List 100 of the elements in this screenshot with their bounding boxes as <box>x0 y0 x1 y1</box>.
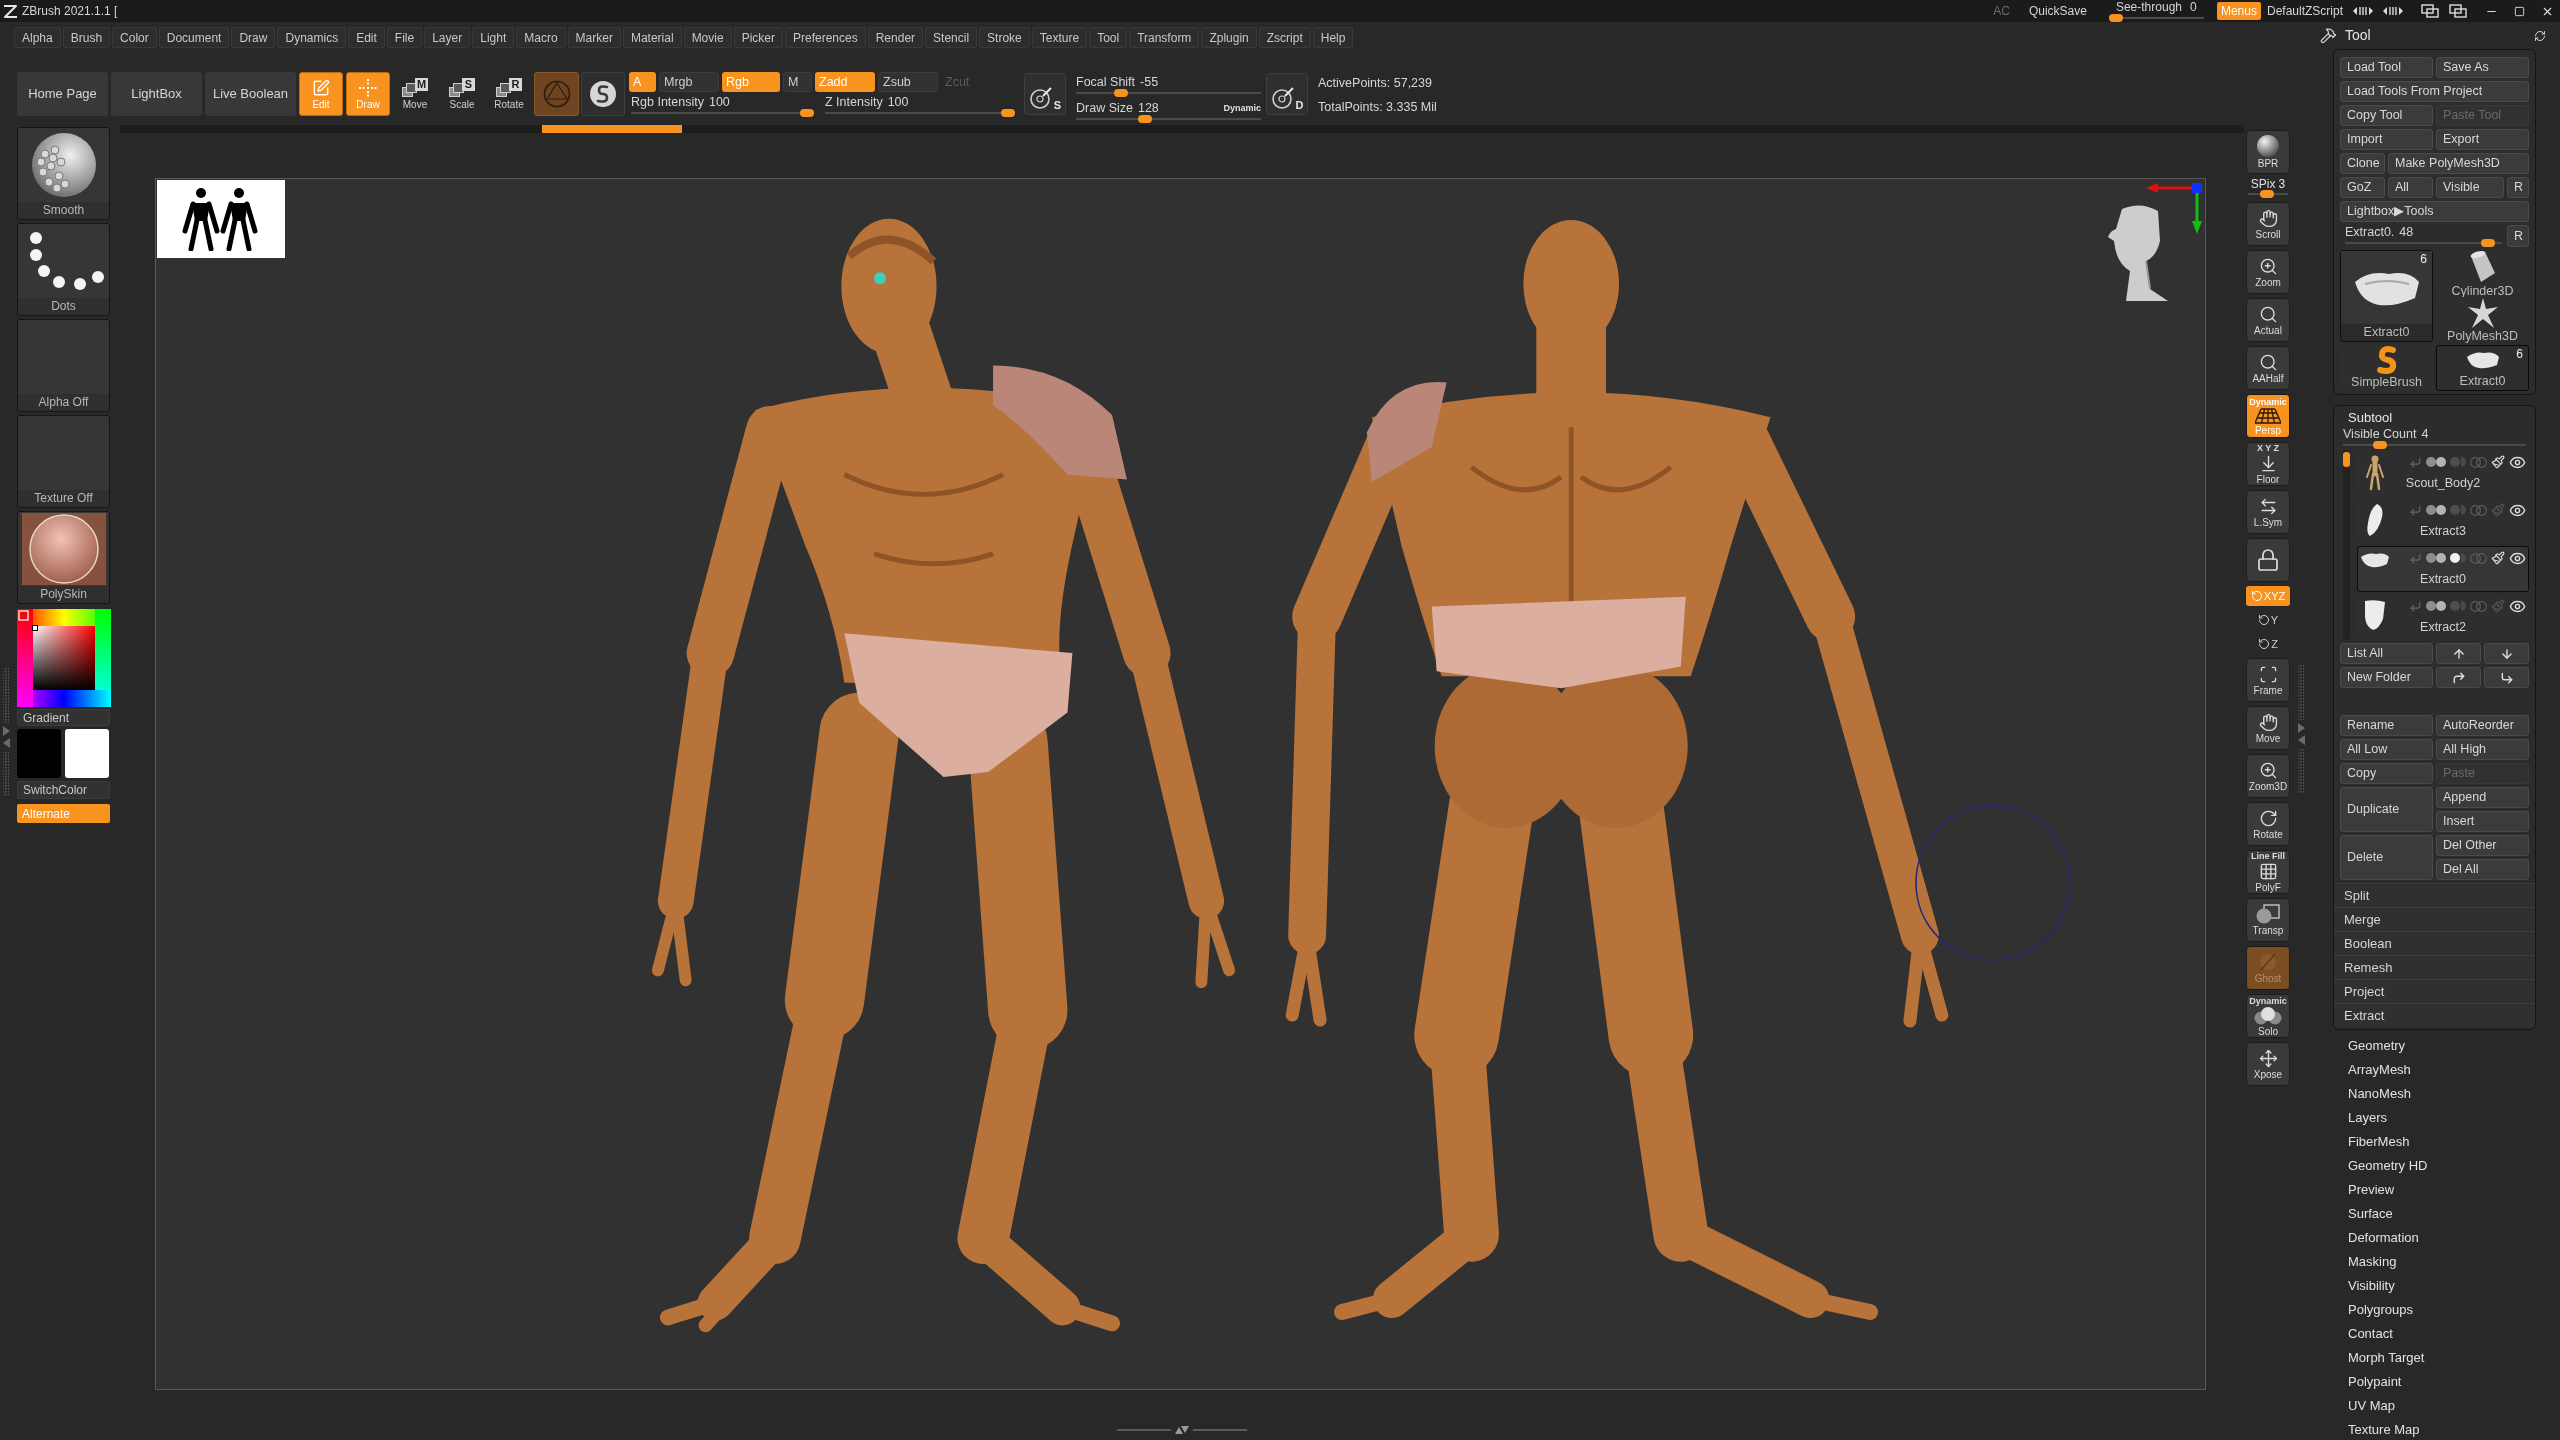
alpha-slot[interactable]: Alpha Off <box>17 319 110 412</box>
double-circle-icon[interactable] <box>2426 457 2446 467</box>
palette-item[interactable]: Masking <box>2348 1252 2397 1272</box>
rotate-z-button[interactable]: Z <box>2255 634 2281 654</box>
z-intensity-slider[interactable] <box>825 109 1015 117</box>
arrow-button[interactable] <box>2436 667 2481 688</box>
shelf-button[interactable]: Home Page <box>17 72 108 116</box>
color-swatch-icon[interactable] <box>17 729 61 778</box>
section-header[interactable]: Remesh <box>2334 955 2535 979</box>
channel-toggle[interactable]: Zsub <box>878 72 938 92</box>
draw-size-toggle[interactable]: D <box>1266 73 1308 115</box>
menu-item[interactable]: Light <box>472 27 515 48</box>
frame-button[interactable]: Frame <box>2246 658 2290 702</box>
canvas-viewport[interactable] <box>155 178 2206 1390</box>
slider-thumb[interactable] <box>800 109 814 117</box>
menu-item[interactable]: Preferences <box>785 27 866 48</box>
palette-item[interactable]: Texture Map <box>2348 1420 2420 1440</box>
double-circle-icon[interactable] <box>2426 505 2446 515</box>
tool-tile[interactable]: Extract0 6 <box>2436 345 2529 391</box>
panel-button[interactable]: Clone <box>2340 153 2385 174</box>
menu-item[interactable]: Texture <box>1031 27 1088 48</box>
transform-mode-button[interactable]: S Scale <box>440 72 484 116</box>
menu-item[interactable]: Render <box>867 27 924 48</box>
scroll-button[interactable]: Scroll <box>2246 202 2290 246</box>
stroke-slot[interactable]: Dots <box>17 223 110 316</box>
aa-half-button[interactable]: AAHalf <box>2246 346 2290 390</box>
channel-toggle[interactable]: M <box>783 72 812 92</box>
hue-marker-icon[interactable] <box>18 610 29 621</box>
subtool-row[interactable]: Extract0 <box>2357 546 2529 592</box>
section-header[interactable]: Extract <box>2334 1003 2535 1027</box>
color-swatch-icon[interactable] <box>65 729 109 778</box>
palette-item[interactable]: Morph Target <box>2348 1348 2425 1368</box>
palette-item[interactable]: Visibility <box>2348 1276 2395 1296</box>
gradient-button[interactable]: Gradient <box>17 709 110 726</box>
polyframe-button[interactable]: Line Fill PolyF <box>2246 850 2290 894</box>
camera-lock-button[interactable] <box>2246 538 2290 582</box>
focal-shift-slider[interactable] <box>1076 89 1261 97</box>
menu-item[interactable]: Tool <box>1089 27 1128 48</box>
panel-button[interactable]: Delete <box>2340 835 2433 880</box>
menu-item[interactable]: Material <box>622 27 682 48</box>
section-header[interactable]: Split <box>2334 883 2535 907</box>
dynamic-toggle[interactable]: Dynamic <box>1223 102 1261 115</box>
panel-button[interactable]: Rename <box>2340 715 2433 736</box>
layout-icon[interactable] <box>2449 4 2467 18</box>
panel-button[interactable]: Lightbox▶Tools <box>2340 201 2529 222</box>
visible-count-slider[interactable] <box>2343 441 2526 449</box>
menu-item[interactable]: Macro <box>516 27 566 48</box>
tool-slider[interactable] <box>2345 239 2502 247</box>
panel-button[interactable]: Load Tools From Project <box>2340 81 2529 102</box>
palette-item[interactable]: ArrayMesh <box>2348 1060 2411 1080</box>
panel-button[interactable]: All Low <box>2340 739 2433 760</box>
rotate-y-button[interactable]: Y <box>2255 610 2281 630</box>
panel-button[interactable]: Del All <box>2436 859 2529 880</box>
brush-icon[interactable] <box>2491 551 2505 565</box>
focal-shift-toggle[interactable]: S <box>1024 73 1066 115</box>
menu-item[interactable]: Zscript <box>1258 27 1311 48</box>
bpr-render-button[interactable]: BPR <box>2246 130 2290 174</box>
section-header[interactable]: Boolean <box>2334 931 2535 955</box>
menu-item[interactable]: Draw <box>231 27 276 48</box>
see-through-slider[interactable] <box>2108 13 2204 22</box>
palette-item[interactable]: Polygroups <box>2348 1300 2414 1320</box>
panel-button[interactable]: Del Other <box>2436 835 2529 856</box>
right-grip-icon[interactable] <box>2297 665 2306 793</box>
panel-button[interactable]: AutoReorder <box>2436 715 2529 736</box>
panel-button[interactable]: Visible <box>2436 177 2504 198</box>
panel-button[interactable]: GoZ <box>2340 177 2385 198</box>
menu-item[interactable]: Marker <box>567 27 621 48</box>
half-circle-icon[interactable] <box>2450 553 2466 563</box>
panel-button[interactable]: All <box>2388 177 2433 198</box>
arrow-lines-icon[interactable] <box>2383 6 2403 16</box>
panel-button[interactable]: Copy <box>2340 763 2433 784</box>
menu-item[interactable]: Picker <box>733 27 783 48</box>
menu-item[interactable]: Alpha <box>14 27 61 48</box>
material-slot[interactable]: PolySkin <box>17 511 110 604</box>
move-view-button[interactable]: Move <box>2246 706 2290 750</box>
double-circle-icon[interactable] <box>2426 601 2446 611</box>
panel-button[interactable]: Import <box>2340 129 2433 150</box>
quicksave-button[interactable]: QuickSave <box>2028 2 2087 20</box>
axis-tripod-icon[interactable] <box>2146 180 2202 234</box>
channel-toggle[interactable]: Mrgb <box>659 72 719 92</box>
panel-button[interactable]: All High <box>2436 739 2529 760</box>
switch-color-button[interactable]: SwitchColor <box>17 781 110 799</box>
palette-item[interactable]: Deformation <box>2348 1228 2419 1248</box>
shelf-button[interactable]: LightBox <box>111 72 202 116</box>
palette-item[interactable]: FiberMesh <box>2348 1132 2410 1152</box>
texture-slot[interactable]: Texture Off <box>17 415 110 508</box>
sculptris-button[interactable] <box>581 72 625 116</box>
panel-button[interactable]: Duplicate <box>2340 787 2433 832</box>
panel-button[interactable]: Export <box>2436 129 2529 150</box>
transparency-button[interactable]: Transp <box>2246 898 2290 942</box>
tool-tile[interactable]: Extract0 6 <box>2340 250 2433 342</box>
section-header[interactable]: Project <box>2334 979 2535 1003</box>
left-grip-icon[interactable] <box>2 668 11 796</box>
menu-item[interactable]: Zplugin <box>1201 27 1257 48</box>
slider-thumb[interactable] <box>2480 239 2495 247</box>
spix-slider[interactable] <box>2248 190 2288 198</box>
maximize-icon[interactable] <box>2514 5 2525 17</box>
palette-item[interactable]: UV Map <box>2348 1396 2395 1416</box>
slider-thumb[interactable] <box>2259 190 2274 198</box>
menu-item[interactable]: Document <box>158 27 230 48</box>
